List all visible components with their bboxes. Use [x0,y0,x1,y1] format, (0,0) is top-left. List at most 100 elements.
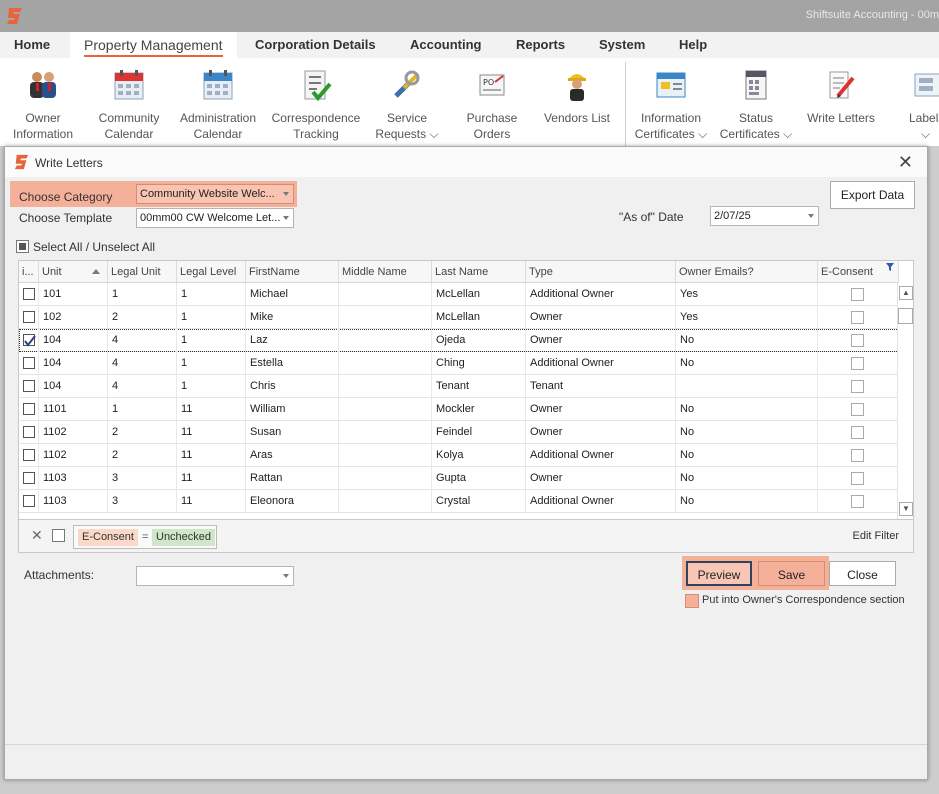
row-include-checkbox[interactable] [23,403,35,415]
e-consent-checkbox[interactable] [851,449,864,462]
menu-accounting[interactable]: Accounting [410,37,482,52]
save-button[interactable]: Save [758,561,825,586]
row-include-checkbox[interactable] [23,495,35,507]
cell-include [19,375,39,398]
col-header-middle-name[interactable]: Middle Name [339,261,432,283]
ribbon-vendors-list[interactable]: Vendors List [541,68,613,126]
table-row[interactable]: 1102 2 11 Aras Kolya Additional Owner No [19,444,899,467]
col-header-e-consent[interactable]: E-Consent [818,261,899,283]
close-button[interactable]: Close [829,561,896,586]
e-consent-checkbox[interactable] [851,334,864,347]
as-of-date-label: "As of" Date [619,210,684,224]
row-include-checkbox[interactable] [23,288,35,300]
correspondence-label[interactable]: Put into Owner's Correspondence section [702,594,905,606]
filter-field: E-Consent [78,529,138,546]
edit-filter-link[interactable]: Edit Filter [853,530,899,542]
e-consent-checkbox[interactable] [851,380,864,393]
filter-icon[interactable] [886,263,894,271]
cell-middle-name [339,490,432,513]
e-consent-checkbox[interactable] [851,426,864,439]
col-header-type[interactable]: Type [526,261,676,283]
e-consent-checkbox[interactable] [851,357,864,370]
menu-help[interactable]: Help [679,37,707,52]
ribbon-labels[interactable]: Labels ⌵ [903,68,939,142]
choose-template-select[interactable]: 00mm00 CW Welcome Let... [136,208,294,228]
ribbon-label: Write Letters [807,111,875,125]
cell-unit: 104 [39,375,108,398]
cell-middle-name [339,421,432,444]
cell-last-name: Ojeda [432,329,526,352]
e-consent-checkbox[interactable] [851,495,864,508]
col-header-include[interactable]: i... [19,261,39,283]
attachments-select[interactable] [136,566,294,586]
cell-middle-name [339,283,432,306]
row-include-checkbox[interactable] [23,472,35,484]
col-header-legal-level[interactable]: Legal Level [177,261,246,283]
col-header-last-name[interactable]: Last Name [432,261,526,283]
select-all-label[interactable]: Select All / Unselect All [33,240,155,254]
ribbon-label: Certificates ⌵ [634,127,708,141]
row-include-checkbox[interactable] [23,426,35,438]
col-header-legal-unit[interactable]: Legal Unit [108,261,177,283]
table-row[interactable]: 102 2 1 Mike McLellan Owner Yes [19,306,899,329]
ribbon-owner-information[interactable]: Owner Information [8,68,78,142]
filter-expression[interactable]: E-Consent = Unchecked [73,525,217,549]
cell-type: Additional Owner [526,444,676,467]
menu-system[interactable]: System [599,37,645,52]
choose-category-select[interactable]: Community Website Welc... [136,184,294,204]
menu-property-management[interactable]: Property Management [70,32,237,58]
ribbon-information-certificates[interactable]: Information Certificates ⌵ [634,68,708,142]
table-row[interactable]: 104 4 1 Laz Ojeda Owner No [19,329,899,352]
cell-unit: 1102 [39,444,108,467]
close-icon[interactable]: ✕ [898,152,913,173]
ribbon-correspondence-tracking[interactable]: Correspondence Tracking [271,68,361,142]
ribbon-community-calendar[interactable]: Community Calendar [96,68,162,142]
vertical-scrollbar[interactable]: ▲ ▼ [897,283,913,519]
e-consent-checkbox[interactable] [851,311,864,324]
select-all-checkbox[interactable] [16,240,29,253]
e-consent-checkbox[interactable] [851,472,864,485]
table-row[interactable]: 101 1 1 Michael McLellan Additional Owner Yes [19,283,899,306]
e-consent-checkbox[interactable] [851,403,864,416]
table-row[interactable]: 104 4 1 Estella Ching Additional Owner No [19,352,899,375]
export-data-button[interactable]: Export Data [830,181,915,209]
ribbon-purchase-orders[interactable]: PO Purchase Orders [461,68,523,142]
col-header-first-name[interactable]: FirstName [246,261,339,283]
table-row[interactable]: 104 4 1 Chris Tenant Tenant [19,375,899,398]
col-header-owner-emails[interactable]: Owner Emails? [676,261,818,283]
ribbon-service-requests[interactable]: Service Requests ⌵ [373,68,441,142]
ribbon-label: Information [640,111,702,125]
ribbon-administration-calendar[interactable]: Administration Calendar [178,68,258,142]
scroll-down-icon[interactable]: ▼ [899,502,913,516]
app-title: Shiftsuite Accounting - 00m [805,9,939,21]
col-header-unit[interactable]: Unit [39,261,108,283]
shiftsuite-logo-icon [7,8,22,24]
correspondence-checkbox[interactable] [685,594,699,608]
menu-reports[interactable]: Reports [516,37,565,52]
row-include-checkbox[interactable] [23,311,35,323]
preview-button[interactable]: Preview [686,561,752,586]
scroll-up-icon[interactable]: ▲ [899,286,913,300]
scrollbar-thumb[interactable] [898,308,913,324]
cell-unit: 1101 [39,398,108,421]
row-include-checkbox[interactable] [23,334,36,347]
active-tab-underline [84,55,223,57]
table-row[interactable]: 1103 3 11 Rattan Gupta Owner No [19,467,899,490]
row-include-checkbox[interactable] [23,380,35,392]
ribbon-separator [625,62,626,146]
row-include-checkbox[interactable] [23,449,35,461]
filter-enable-checkbox[interactable] [52,529,65,542]
menu-corporation-details[interactable]: Corporation Details [255,37,376,52]
write-letters-dialog: Write Letters ✕ Choose Category Communit… [4,146,928,780]
table-row[interactable]: 1103 3 11 Eleonora Crystal Additional Owner No [19,490,899,513]
e-consent-checkbox[interactable] [851,288,864,301]
clear-filter-icon[interactable]: ✕ [31,527,43,544]
menu-home[interactable]: Home [14,37,50,52]
ribbon-status-certificates[interactable]: Status Certificates ⌵ [719,68,793,142]
ribbon-write-letters[interactable]: Write Letters [805,68,877,126]
cell-legal-level: 11 [177,421,246,444]
row-include-checkbox[interactable] [23,357,35,369]
table-row[interactable]: 1102 2 11 Susan Feindel Owner No [19,421,899,444]
as-of-date-input[interactable]: 2/07/25 [710,206,819,226]
table-row[interactable]: 1101 1 11 William Mockler Owner No [19,398,899,421]
